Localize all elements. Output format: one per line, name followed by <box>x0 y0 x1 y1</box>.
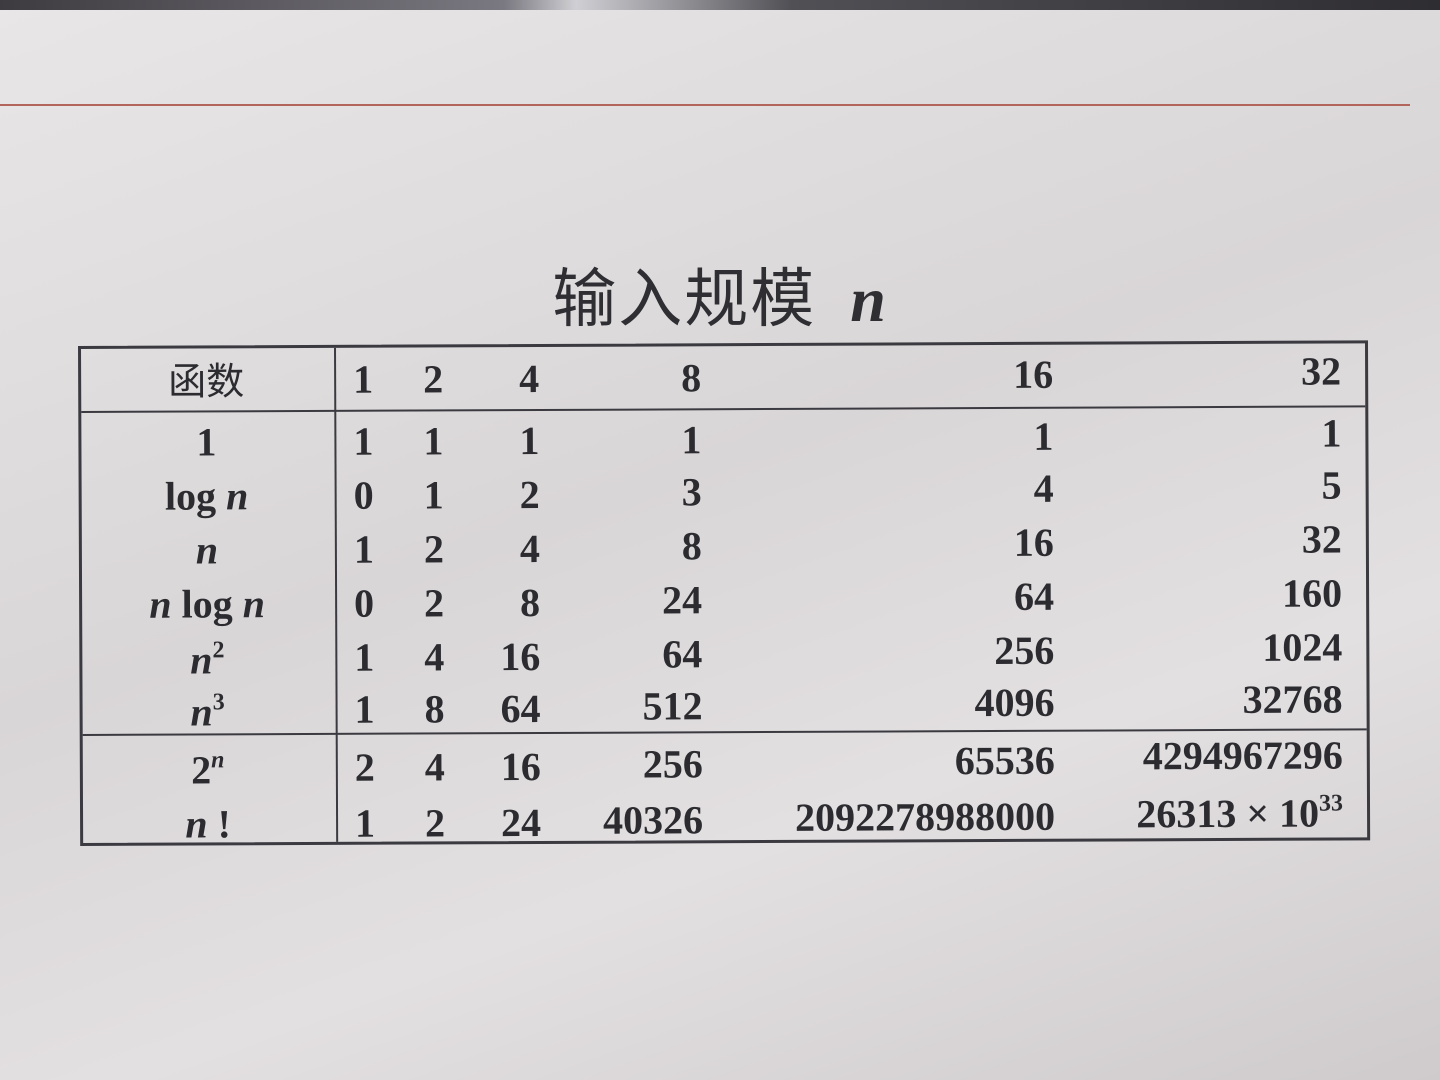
table-cell: 5 <box>1321 462 1342 508</box>
row-function: n2 <box>190 637 225 683</box>
table-cell: 1 <box>353 418 374 464</box>
table-cell: 16 <box>1013 519 1054 565</box>
table-cell: 2 <box>424 580 445 626</box>
table-cell: 1 <box>423 472 444 518</box>
table-cell: 24 <box>500 799 542 846</box>
table-cell: 16 <box>500 633 541 680</box>
slide-screen: { "slide": { "title_text": "输入规模", "titl… <box>0 0 1440 1080</box>
table-cell: 32768 <box>1242 676 1343 722</box>
table-cell: 160 <box>1281 570 1343 616</box>
table-cell: 8 <box>424 686 445 732</box>
table-cell: 64 <box>662 631 703 677</box>
header-size: 32 <box>1301 348 1342 394</box>
table-cell: 256 <box>994 627 1055 674</box>
monitor-bezel <box>0 0 1440 10</box>
table-cell: 4 <box>424 634 445 680</box>
table-cell: 1 <box>354 634 375 680</box>
table-cell: 26313 × 1033 <box>1136 790 1344 837</box>
table-cell: 2 <box>519 471 540 518</box>
complexity-table: 函数 1 2 4 8 16 32 1 1 1 1 1 1 1 log n 0 1… <box>78 340 1371 847</box>
row-function: 1 <box>196 419 217 465</box>
table-cell: 1 <box>519 417 540 464</box>
table-cell: 8 <box>520 579 541 626</box>
table-cell: 2 <box>423 526 444 572</box>
title-text: 输入规模 <box>552 263 817 337</box>
table-cell: 64 <box>500 685 541 732</box>
table-cell: 1 <box>1033 413 1054 459</box>
header-size: 8 <box>681 355 702 401</box>
table-cell: 1024 <box>1262 624 1343 670</box>
row-function: n <box>195 527 219 573</box>
table-cell: 4096 <box>974 679 1055 726</box>
row-function: n log n <box>149 581 266 627</box>
table-cell: 1 <box>423 418 444 464</box>
column-divider <box>334 347 339 842</box>
row-function: n3 <box>190 689 225 735</box>
table-cell: 256 <box>642 741 703 787</box>
row-function: 2n <box>191 747 225 793</box>
table-cell: 1 <box>354 686 375 732</box>
table-cell: 8 <box>681 523 702 569</box>
table-cell: 3 <box>681 469 702 515</box>
table-cell: 4 <box>1033 465 1054 511</box>
table-cell: 64 <box>1014 573 1055 619</box>
table-cell: 1 <box>1321 410 1342 456</box>
table-cell: 4294967296 <box>1142 732 1343 779</box>
table-cell: 24 <box>662 577 703 623</box>
table-cell: 0 <box>354 580 375 626</box>
table-cell: 0 <box>353 472 374 518</box>
header-size: 4 <box>519 355 540 402</box>
table-cell: 4 <box>519 525 540 572</box>
slide-title: 输入规模 n <box>0 248 1440 340</box>
header-rule <box>0 104 1410 106</box>
table-cell: 65536 <box>954 737 1055 784</box>
table-cell: 40326 <box>602 797 704 843</box>
header-divider <box>81 405 1366 413</box>
table-cell: 2 <box>354 744 375 790</box>
row-function: n ! <box>185 801 231 847</box>
table-cell: 4 <box>424 744 445 790</box>
table-cell: 2 <box>424 800 446 846</box>
header-size: 2 <box>423 356 444 402</box>
table-cell: 16 <box>500 743 541 790</box>
header-size: 1 <box>353 356 374 402</box>
table-cell: 32 <box>1301 516 1342 562</box>
header-function-label: 函数 <box>168 359 245 404</box>
row-function: log n <box>164 473 249 519</box>
table-cell: 2092278988000 <box>794 793 1056 840</box>
table-cell: 1 <box>354 800 376 846</box>
table-cell: 512 <box>642 683 703 729</box>
table-cell: 1 <box>681 417 702 463</box>
table-cell: 1 <box>353 526 374 572</box>
header-size: 16 <box>1013 351 1054 397</box>
title-variable: n <box>850 264 888 335</box>
